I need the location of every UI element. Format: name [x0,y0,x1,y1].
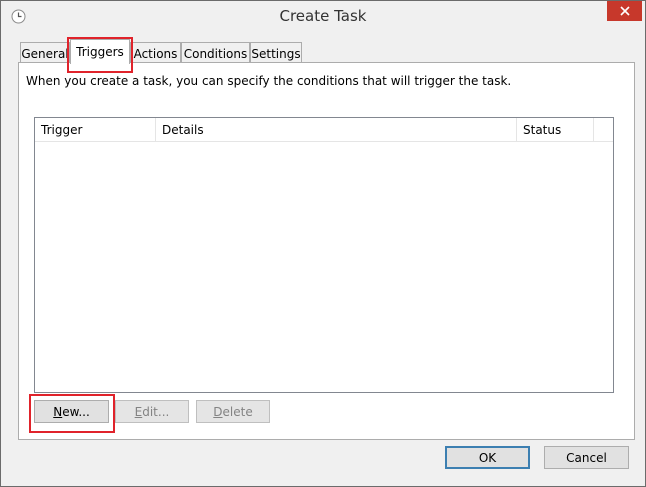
mnemonic: N [53,404,63,419]
cancel-button[interactable]: Cancel [544,446,629,469]
new-trigger-button[interactable]: New... [34,400,109,423]
button-label: ew... [62,404,90,419]
delete-trigger-button[interactable]: Delete [196,400,270,423]
close-button[interactable] [607,1,642,21]
title-bar[interactable]: Create Task [1,1,645,31]
column-header-status[interactable]: Status [517,118,594,142]
edit-trigger-button[interactable]: Edit... [115,400,189,423]
mnemonic: D [213,404,223,419]
ok-button[interactable]: OK [445,446,530,469]
tab-label: Actions [133,46,178,61]
window-title: Create Task [279,7,367,25]
close-icon [619,6,630,16]
tab-conditions[interactable]: Conditions [181,42,250,64]
tab-label: General [21,46,69,61]
tab-label: Conditions [183,46,248,61]
dialog-client-area: General Triggers Actions Conditions Sett… [9,31,637,480]
tab-label: Triggers [76,45,124,59]
column-header-details[interactable]: Details [156,118,517,142]
tab-general[interactable]: General [20,42,70,64]
tab-settings[interactable]: Settings [250,42,302,64]
create-task-window: Create Task General Triggers Actions Con… [0,0,646,487]
button-label: dit... [142,404,170,419]
button-label: OK [478,450,497,465]
mnemonic: E [134,404,143,419]
triggers-description: When you create a task, you can specify … [26,74,512,88]
button-label: elete [222,404,253,419]
button-label: Cancel [566,450,607,465]
list-header: Trigger Details Status [35,118,613,142]
column-header-trigger[interactable]: Trigger [35,118,156,142]
triggers-list[interactable]: Trigger Details Status [34,117,614,393]
tab-triggers[interactable]: Triggers [70,39,130,64]
tab-actions[interactable]: Actions [130,42,181,64]
tab-label: Settings [251,46,301,61]
